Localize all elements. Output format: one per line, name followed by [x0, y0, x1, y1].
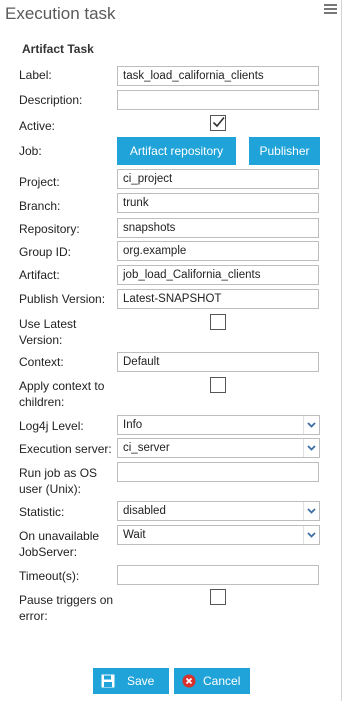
run-as-os-user-label-line2: user (Unix): [19, 482, 82, 496]
cancel-button[interactable]: Cancel [174, 668, 250, 694]
statistic-field-label: Statistic: [19, 505, 65, 519]
on-unavailable-label-line1: On unavailable [19, 529, 100, 543]
apply-context-label-line2: children: [19, 395, 65, 409]
active-checkbox[interactable] [210, 115, 226, 131]
pause-triggers-label-line2: error: [19, 609, 48, 623]
log4j-level-value: Info [123, 419, 143, 431]
branch-field-label: Branch: [19, 199, 61, 213]
publish-version-input[interactable]: Latest-SNAPSHOT [117, 289, 319, 309]
description-input[interactable] [117, 90, 319, 110]
chevron-down-icon [303, 502, 319, 520]
use-latest-version-checkbox[interactable] [210, 314, 226, 330]
execution-task-panel: Execution task Artifact Task Label: task… [0, 0, 342, 701]
statistic-value: disabled [123, 505, 166, 517]
apply-context-label-line1: Apply context to [19, 379, 105, 393]
log4j-level-field-label: Log4j Level: [19, 419, 84, 433]
job-field-label: Job: [19, 144, 42, 158]
floppy-disk-icon [101, 674, 115, 688]
timeout-input[interactable] [117, 565, 319, 585]
label-field-label: Label: [19, 68, 52, 82]
repository-input[interactable]: snapshots [117, 218, 319, 238]
checkmark-icon [212, 116, 225, 128]
chevron-down-icon [303, 416, 319, 434]
save-button[interactable]: Save [93, 668, 169, 694]
pause-triggers-checkbox[interactable] [210, 589, 226, 605]
label-input[interactable]: task_load_california_clients [117, 66, 319, 86]
statistic-select[interactable]: disabled [117, 501, 320, 521]
on-unavailable-label-line2: JobServer: [19, 545, 78, 559]
run-as-os-user-input[interactable] [117, 462, 319, 482]
artifact-field-label: Artifact: [19, 268, 60, 282]
execution-server-value: ci_server [123, 442, 170, 454]
project-field-label: Project: [19, 175, 60, 189]
chevron-down-icon [303, 526, 319, 544]
chevron-down-icon [303, 439, 319, 457]
use-latest-version-label-line1: Use Latest [19, 317, 77, 331]
on-unavailable-value: Wait [123, 529, 146, 541]
group-id-field-label: Group ID: [19, 245, 72, 259]
artifact-input[interactable]: job_load_California_clients [117, 265, 319, 285]
context-field-label: Context: [19, 355, 64, 369]
hamburger-menu-icon[interactable] [324, 4, 337, 16]
repository-field-label: Repository: [19, 222, 80, 236]
run-as-os-user-label-line1: Run job as OS [19, 466, 98, 480]
branch-input[interactable]: trunk [117, 193, 319, 213]
log4j-level-select[interactable]: Info [117, 415, 320, 435]
timeout-field-label: Timeout(s): [19, 569, 80, 583]
description-field-label: Description: [19, 93, 83, 107]
cancel-icon [182, 674, 196, 688]
use-latest-version-label-line2: Version: [19, 333, 63, 347]
pause-triggers-label-line1: Pause triggers on [19, 593, 114, 607]
context-input[interactable]: Default [117, 352, 319, 372]
on-unavailable-select[interactable]: Wait [117, 525, 320, 545]
apply-context-checkbox[interactable] [210, 377, 226, 393]
execution-server-field-label: Execution server: [19, 442, 112, 456]
cancel-button-label: Cancel [203, 674, 241, 688]
active-field-label: Active: [19, 119, 56, 133]
publish-version-field-label: Publish Version: [19, 292, 106, 306]
artifact-repository-button[interactable]: Artifact repository [117, 137, 236, 165]
section-title: Artifact Task [22, 42, 94, 56]
save-button-label: Save [127, 674, 155, 688]
group-id-input[interactable]: org.example [117, 241, 319, 261]
project-input[interactable]: ci_project [117, 169, 319, 189]
execution-server-select[interactable]: ci_server [117, 438, 320, 458]
publisher-button[interactable]: Publisher [249, 137, 320, 165]
panel-title: Execution task [5, 4, 116, 23]
